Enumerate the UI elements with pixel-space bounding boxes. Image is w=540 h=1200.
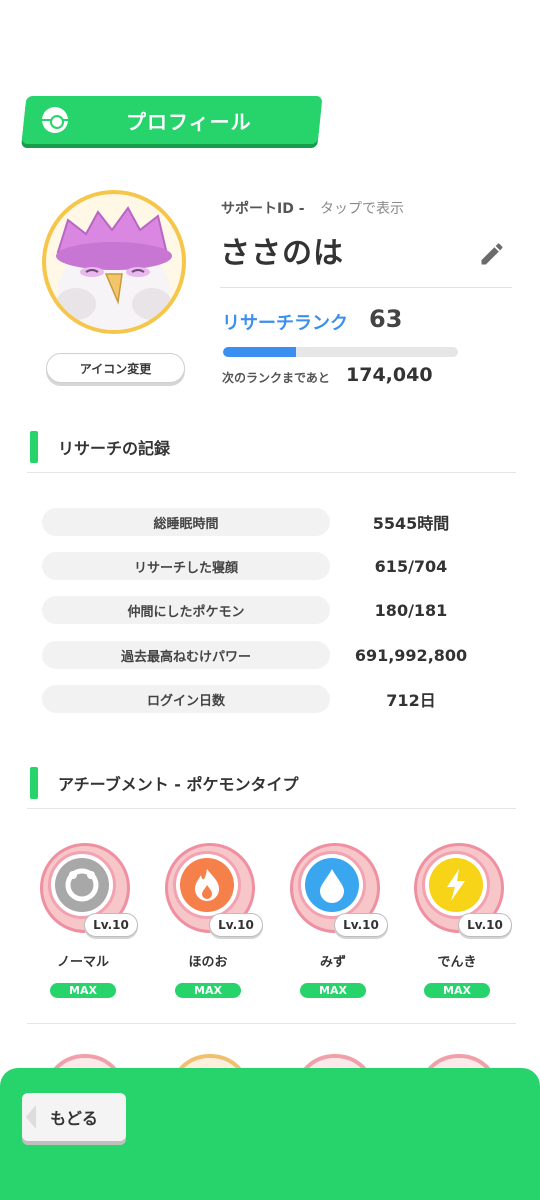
electric-type-icon [429,858,483,912]
water-type-icon [305,858,359,912]
rank-progress-bar [223,347,458,357]
max-badge: MAX [300,983,366,998]
pokeball-icon [42,107,68,133]
divider [27,1023,516,1024]
achievement-normal[interactable]: Lv.10 ノーマル MAX [40,843,140,1003]
type-name: ノーマル [56,955,109,970]
stat-label: ログイン日数 [42,685,330,713]
achievements-section-title: アチーブメント - ポケモンタイプ [58,775,299,794]
edit-pencil-icon[interactable] [478,240,506,268]
stat-value: 5545時間 [372,514,450,533]
research-rank-value: 63 [369,305,403,333]
records-section-header: リサーチの記録 [30,431,170,463]
level-badge: Lv.10 [84,913,138,937]
stat-value: 712日 [386,691,436,710]
type-name: でんき [437,955,477,970]
next-rank-value: 174,040 [346,364,433,386]
stat-value: 691,992,800 [354,645,468,665]
stat-value: 180/181 [374,600,448,620]
stat-row: 仲間にしたポケモン 180/181 [42,596,492,624]
max-badge: MAX [50,983,116,998]
records-section-title: リサーチの記録 [58,439,171,458]
stat-value: 615/704 [374,556,448,576]
avatar[interactable] [42,190,186,334]
rank-progress-fill [223,347,296,357]
research-rank-label: リサーチランク [222,313,348,334]
player-name: ささのは [220,236,344,271]
stat-row: 総睡眠時間 5545時間 [42,508,492,536]
stat-label: 総睡眠時間 [42,508,330,536]
stat-row: ログイン日数 712日 [42,685,492,713]
next-rank-label: 次のランクまであと [222,371,330,385]
stat-label: リサーチした寝顔 [42,552,330,580]
level-badge: Lv.10 [458,913,512,937]
divider [220,287,512,288]
level-badge: Lv.10 [209,913,263,937]
icon-change-button[interactable]: アイコン変更 [46,353,185,383]
max-badge: MAX [175,983,241,998]
normal-type-icon [55,858,109,912]
achievements-section-header: アチーブメント - ポケモンタイプ [30,767,299,799]
achievement-fire[interactable]: Lv.10 ほのお MAX [165,843,265,1003]
back-button[interactable]: もどる [22,1093,126,1141]
divider [27,472,516,473]
support-id-reveal-link[interactable]: タップで表示 [320,198,404,218]
avatar-image [46,194,182,330]
achievement-electric[interactable]: Lv.10 でんき MAX [414,843,514,1003]
stat-row: リサーチした寝顔 615/704 [42,552,492,580]
fire-type-icon [180,858,234,912]
section-accent-bar [30,767,38,799]
stat-label: 仲間にしたポケモン [42,596,330,624]
type-name: ほのお [188,955,228,970]
header-banner: プロフィール [24,96,320,144]
achievement-water[interactable]: Lv.10 みず MAX [290,843,390,1003]
support-id-label: サポートID - [221,201,305,217]
page-title: プロフィール [126,109,252,134]
type-name: みず [319,955,346,970]
stat-label: 過去最高ねむけパワー [42,641,330,669]
section-accent-bar [30,431,38,463]
divider [27,808,516,809]
level-badge: Lv.10 [334,913,388,937]
stat-row: 過去最高ねむけパワー 691,992,800 [42,641,492,669]
max-badge: MAX [424,983,490,998]
